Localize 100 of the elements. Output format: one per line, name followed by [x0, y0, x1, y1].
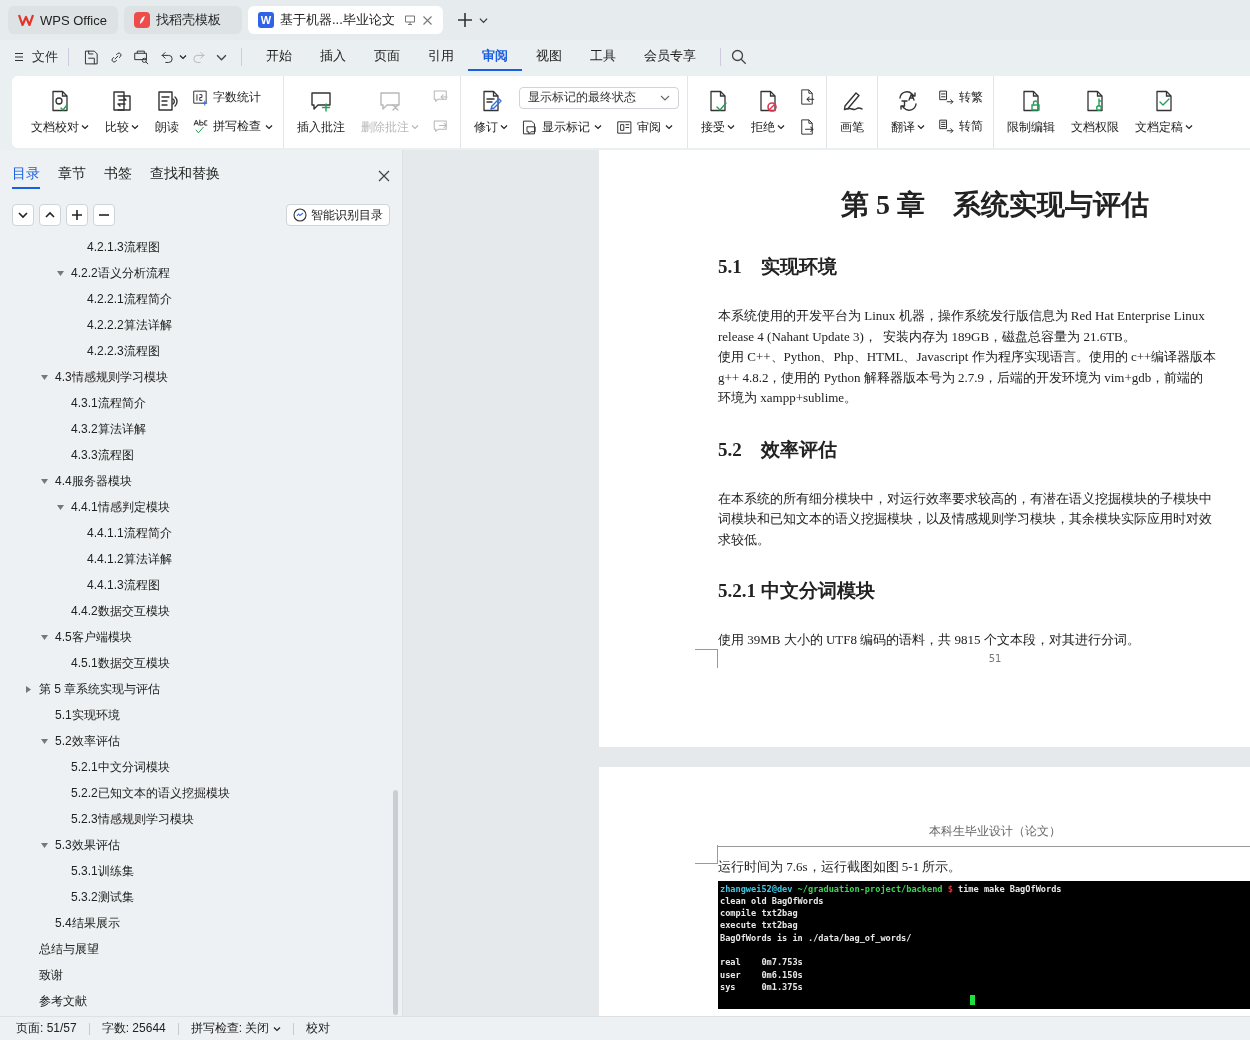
ribbon-tab[interactable]: 开始	[252, 43, 306, 71]
caret-right-icon[interactable]	[24, 684, 33, 694]
outline-item[interactable]: 第 5 章系统实现与评估	[0, 676, 402, 702]
outline-item[interactable]: 参考文献	[0, 988, 402, 1014]
outline-item[interactable]: 5.2.3情感规则学习模块	[0, 806, 402, 832]
to-traditional-button[interactable]: 转繁	[936, 87, 985, 108]
terminal-line: clean old BagOfWords	[720, 895, 824, 906]
chevron-down-icon[interactable]	[479, 15, 488, 25]
outline-item[interactable]: 4.4.2数据交互模块	[0, 598, 402, 624]
ribbon-tab[interactable]: 引用	[414, 43, 468, 71]
ribbon-tab[interactable]: 会员专享	[630, 43, 710, 71]
accept-button[interactable]: 接受	[696, 84, 740, 140]
previous-change-icon	[798, 88, 816, 106]
outline-item[interactable]: 4.5客户端模块	[0, 624, 402, 650]
track-changes-button[interactable]: 修订	[469, 84, 513, 140]
caret-down-icon[interactable]	[40, 372, 49, 382]
add-button[interactable]	[66, 204, 88, 226]
outline-item[interactable]: 5.2.2已知文本的语义挖掘模块	[0, 780, 402, 806]
outline-item[interactable]: 4.4.1.2算法详解	[0, 546, 402, 572]
pane-tab[interactable]: 目录	[12, 163, 40, 189]
outline-item[interactable]: 5.2效率评估	[0, 728, 402, 754]
outline-item[interactable]: 4.2.1.3流程图	[0, 234, 402, 260]
caret-icon	[411, 123, 419, 131]
ribbon-tab[interactable]: 页面	[360, 43, 414, 71]
markup-display-dropdown[interactable]: 显示标记的最终状态	[519, 86, 679, 109]
ribbon-tab[interactable]: 工具	[576, 43, 630, 71]
review-pane-button[interactable]: 审阅	[614, 116, 675, 138]
pane-tab[interactable]: 章节	[58, 163, 86, 189]
simplified-icon	[938, 118, 955, 135]
finalize-button[interactable]: 文档定稿	[1130, 84, 1198, 140]
show-markup-button[interactable]: 显示标记	[519, 116, 604, 138]
outline-item[interactable]: 4.4.1.3流程图	[0, 572, 402, 598]
outline-item[interactable]: 4.4.1.1流程简介	[0, 520, 402, 546]
outline-item[interactable]: 5.3.1训练集	[0, 858, 402, 884]
proofread-status[interactable]: 校对	[306, 1020, 331, 1037]
page-count[interactable]: 页面: 51/57	[16, 1020, 77, 1037]
outline-item[interactable]: 4.2.2.1流程简介	[0, 286, 402, 312]
to-simplified-button[interactable]: 转简	[936, 116, 985, 137]
smart-toc-button[interactable]: 智能识别目录	[286, 204, 390, 226]
expand-button[interactable]	[12, 204, 34, 226]
outline-item[interactable]: 4.3.2算法详解	[0, 416, 402, 442]
caret-icon	[917, 123, 925, 131]
close-icon[interactable]	[378, 170, 390, 182]
browser-tab[interactable]: WPS Office	[8, 6, 118, 34]
permissions-button[interactable]: 文档权限	[1066, 84, 1124, 140]
browser-tab[interactable]: 找稻壳模板	[124, 6, 242, 34]
caret-down-icon[interactable]	[40, 840, 49, 850]
pane-tab[interactable]: 查找和替换	[150, 163, 220, 189]
reject-button[interactable]: 拒绝	[746, 84, 790, 140]
search-icon[interactable]	[731, 49, 747, 65]
file-menu[interactable]: 文件	[14, 48, 58, 66]
outline-item[interactable]: 4.4.1情感判定模块	[0, 494, 402, 520]
outline-item[interactable]: 4.3.1流程简介	[0, 390, 402, 416]
outline-item[interactable]: 5.2.1中文分词模块	[0, 754, 402, 780]
close-icon[interactable]	[422, 14, 433, 26]
terminal-line: zhangwei52@dev ~/graduation-project/backend $ time make BagOfWords	[720, 883, 1062, 894]
spell-check-status[interactable]: 拼写检查: 关闭	[190, 1020, 282, 1037]
caret-down-icon[interactable]	[40, 476, 49, 486]
caret-down-icon[interactable]	[56, 268, 65, 278]
outline-item[interactable]: 5.4结果展示	[0, 910, 402, 936]
outline-item[interactable]: 4.5.1数据交互模块	[0, 650, 402, 676]
spell-check-button[interactable]: 拼写检查	[190, 116, 275, 137]
outline-item[interactable]: 致谢	[0, 962, 402, 988]
ribbon-tab[interactable]: 视图	[522, 43, 576, 71]
outline-item[interactable]: 4.2.2.2算法详解	[0, 312, 402, 338]
restrict-editing-button[interactable]: 限制编辑	[1002, 84, 1060, 140]
ribbon-tab[interactable]: 审阅	[468, 43, 522, 71]
browser-tab[interactable]: W 基于机器...毕业论文	[248, 6, 443, 34]
document-logo: W	[258, 12, 274, 28]
compare-button[interactable]: 比较	[100, 84, 144, 140]
caret-down-icon[interactable]	[40, 736, 49, 746]
word-count[interactable]: 字数: 25644	[101, 1020, 166, 1037]
outline-item[interactable]: 5.3效果评估	[0, 832, 402, 858]
outline-item[interactable]: 4.3.3流程图	[0, 442, 402, 468]
outline-item[interactable]: 4.2.2语义分析流程	[0, 260, 402, 286]
outline-item[interactable]: 5.1实现环境	[0, 702, 402, 728]
pane-tab[interactable]: 书签	[104, 163, 132, 189]
caret-down-icon[interactable]	[56, 502, 65, 512]
outline-item[interactable]: 4.2.2.3流程图	[0, 338, 402, 364]
caret-down-icon[interactable]	[40, 632, 49, 642]
insert-comment-button[interactable]: 插入批注	[292, 84, 350, 140]
plus-icon	[71, 209, 83, 221]
scrollbar-thumb[interactable]	[393, 790, 398, 1015]
outline-item[interactable]: 4.4服务器模块	[0, 468, 402, 494]
remove-button[interactable]	[93, 204, 115, 226]
ribbon-tab[interactable]: 插入	[306, 43, 360, 71]
text-cursor	[970, 994, 975, 1005]
traditional-icon	[938, 89, 955, 106]
new-tab-icon[interactable]	[457, 12, 473, 28]
proofread-button[interactable]: 文档校对	[26, 84, 94, 140]
outline-item[interactable]: 总结与展望	[0, 936, 402, 962]
translate-button[interactable]: 翻译	[886, 84, 930, 140]
pen-button[interactable]: 画笔	[835, 84, 869, 140]
outline-item[interactable]: 4.3情感规则学习模块	[0, 364, 402, 390]
outline-item[interactable]: 5.3.2测试集	[0, 884, 402, 910]
monitor-icon[interactable]	[404, 14, 416, 26]
word-count-button[interactable]: 字数统计	[190, 87, 275, 108]
terminal-line: user 0m6.150s	[720, 969, 803, 980]
collapse-button[interactable]	[39, 204, 61, 226]
read-aloud-button[interactable]: 朗读	[150, 84, 184, 140]
